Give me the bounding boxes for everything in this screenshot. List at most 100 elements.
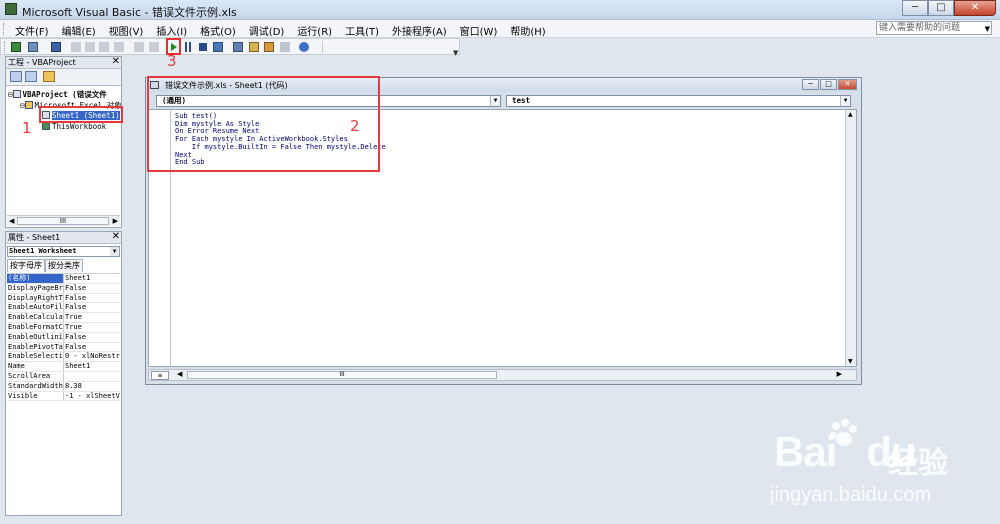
property-value[interactable]: False [64,284,120,293]
object-select[interactable]: Sheet1 Worksheet ▼ [7,246,120,257]
property-row[interactable]: (名称) Sheet1 [7,274,120,284]
menu-insert[interactable]: 插入(I) [156,23,187,38]
object-browser-icon[interactable] [264,42,274,52]
property-row[interactable]: EnableFormatCo True [7,322,120,333]
toolbar-grip[interactable] [4,41,7,53]
code-vscrollbar[interactable]: ▲ ▼ [845,110,856,366]
copy-icon[interactable] [85,42,95,52]
excel-view-icon[interactable] [11,42,21,52]
toolbar-options-chevron-icon[interactable]: ▼ [453,49,458,57]
property-value[interactable]: Sheet1 [64,362,120,371]
property-row[interactable]: EnablePivotTab False [7,342,120,353]
close-button[interactable]: ✕ [954,0,996,16]
properties-panel-title: 属性 - Sheet1 ✕ [6,231,121,244]
property-row[interactable]: DisplayPageBre False [7,283,120,294]
tab-alphabetic[interactable]: 按字母序 [7,259,45,272]
property-row[interactable]: StandardWidth 8.38 [7,381,120,392]
property-row[interactable]: EnableOutlinin False [7,332,120,343]
project-explorer-icon[interactable] [233,42,243,52]
chevron-down-icon[interactable]: ▼ [110,247,119,256]
vba-app-icon [5,3,17,15]
help-icon[interactable] [299,42,309,52]
property-value[interactable]: Sheet1 [64,274,120,283]
project-hscrollbar[interactable]: ◀ III ▶ [7,215,120,226]
property-row[interactable]: DisplayRightTo False [7,293,120,304]
property-row[interactable]: Visible -1 - xlSheetV [7,391,120,402]
property-row[interactable]: ScrollArea [7,371,120,382]
property-value[interactable]: -1 - xlSheetV [64,392,120,401]
scroll-thumb[interactable]: III [17,217,109,225]
property-value[interactable]: True [64,323,120,332]
property-row[interactable]: EnableSelectio 0 - xlNoRestr [7,352,120,363]
project-toolbar [6,69,121,86]
baidu-logo-part1: Bai [774,428,837,475]
code-scroll-thumb[interactable]: III [187,371,497,379]
property-value[interactable] [64,372,120,381]
scroll-up-icon[interactable]: ▲ [848,111,853,118]
redo-icon[interactable] [149,42,159,52]
code-minimize-button[interactable]: ─ [802,79,819,90]
chevron-down-icon[interactable]: ▼ [490,96,500,106]
annotation-number-2: 2 [350,117,360,135]
scroll-left-icon[interactable]: ◀ [9,217,14,225]
properties-panel: 属性 - Sheet1 ✕ Sheet1 Worksheet ▼ 按字母序 按分… [5,231,122,516]
toolbox-icon[interactable] [280,42,290,52]
cut-icon[interactable] [71,42,81,52]
chevron-down-icon[interactable]: ▼ [840,96,850,106]
property-value[interactable]: True [64,313,120,322]
property-row[interactable]: EnableAutoFilt False [7,303,120,314]
menu-help[interactable]: 帮助(H) [510,23,545,38]
insert-userform-icon[interactable] [28,42,38,52]
view-object-icon[interactable] [25,71,37,82]
project-panel-title-text: 工程 - VBAProject [8,58,76,67]
property-row[interactable]: Name Sheet1 [7,362,120,372]
menu-format[interactable]: 格式(O) [200,23,236,38]
undo-icon[interactable] [134,42,144,52]
properties-window-icon[interactable] [249,42,259,52]
scroll-down-icon[interactable]: ▼ [848,358,853,365]
design-mode-icon[interactable] [213,42,223,52]
find-icon[interactable] [114,42,124,52]
menu-view[interactable]: 视图(V) [109,23,144,38]
property-row[interactable]: EnableCalculat True [7,313,120,323]
menu-debug[interactable]: 调试(D) [249,23,285,38]
scroll-left-icon[interactable]: ◀ [177,370,182,378]
procedure-combo[interactable]: test ▼ [506,95,851,107]
menu-edit[interactable]: 编辑(E) [62,23,96,38]
tree-node-vbaproject[interactable]: ⊟ VBAProject (错误文件 [8,89,107,100]
close-icon[interactable]: ✕ [112,231,120,243]
menu-run[interactable]: 运行(R) [297,23,332,38]
scroll-right-icon[interactable]: ▶ [837,370,842,378]
scroll-right-icon[interactable]: ▶ [113,217,118,225]
view-toggle-icon[interactable]: ≡ [151,371,169,380]
menu-file[interactable]: 文件(F) [15,23,49,38]
view-code-icon[interactable] [10,71,22,82]
maximize-button[interactable]: □ [928,0,954,16]
code-hscrollbar[interactable]: ≡ ◀ III ▶ [148,369,857,381]
property-value[interactable]: False [64,303,120,312]
project-explorer-panel: 工程 - VBAProject ✕ ⊟ VBAProject (错误文件 ⊟ Mic… [5,56,122,228]
property-value[interactable]: 8.38 [64,382,120,391]
menu-grip[interactable] [3,23,7,35]
menu-addins[interactable]: 外接程序(A) [392,23,447,38]
property-name: EnableOutlinin [8,332,64,342]
property-value[interactable]: 0 - xlNoRestr [64,352,120,361]
code-maximize-button[interactable]: □ [820,79,837,90]
chevron-down-icon[interactable]: ▼ [985,23,990,35]
property-value[interactable]: False [64,294,120,303]
code-close-button[interactable]: ✕ [838,79,857,90]
help-search-input[interactable]: 键入需要帮助的问题 ▼ [876,21,992,35]
menu-window[interactable]: 窗口(W) [460,23,498,38]
stop-icon[interactable] [199,43,207,51]
save-icon[interactable] [51,42,61,52]
toggle-folders-icon[interactable] [43,71,55,82]
pause-icon[interactable] [185,42,191,52]
property-value[interactable]: False [64,333,120,342]
close-icon[interactable]: ✕ [112,56,120,68]
minimize-button[interactable]: ─ [902,0,928,16]
property-name: EnableSelectio [8,352,64,362]
tab-categorized[interactable]: 按分类序 [45,259,83,272]
property-value[interactable]: False [64,343,120,352]
menu-tools[interactable]: 工具(T) [345,23,379,38]
paste-icon[interactable] [99,42,109,52]
